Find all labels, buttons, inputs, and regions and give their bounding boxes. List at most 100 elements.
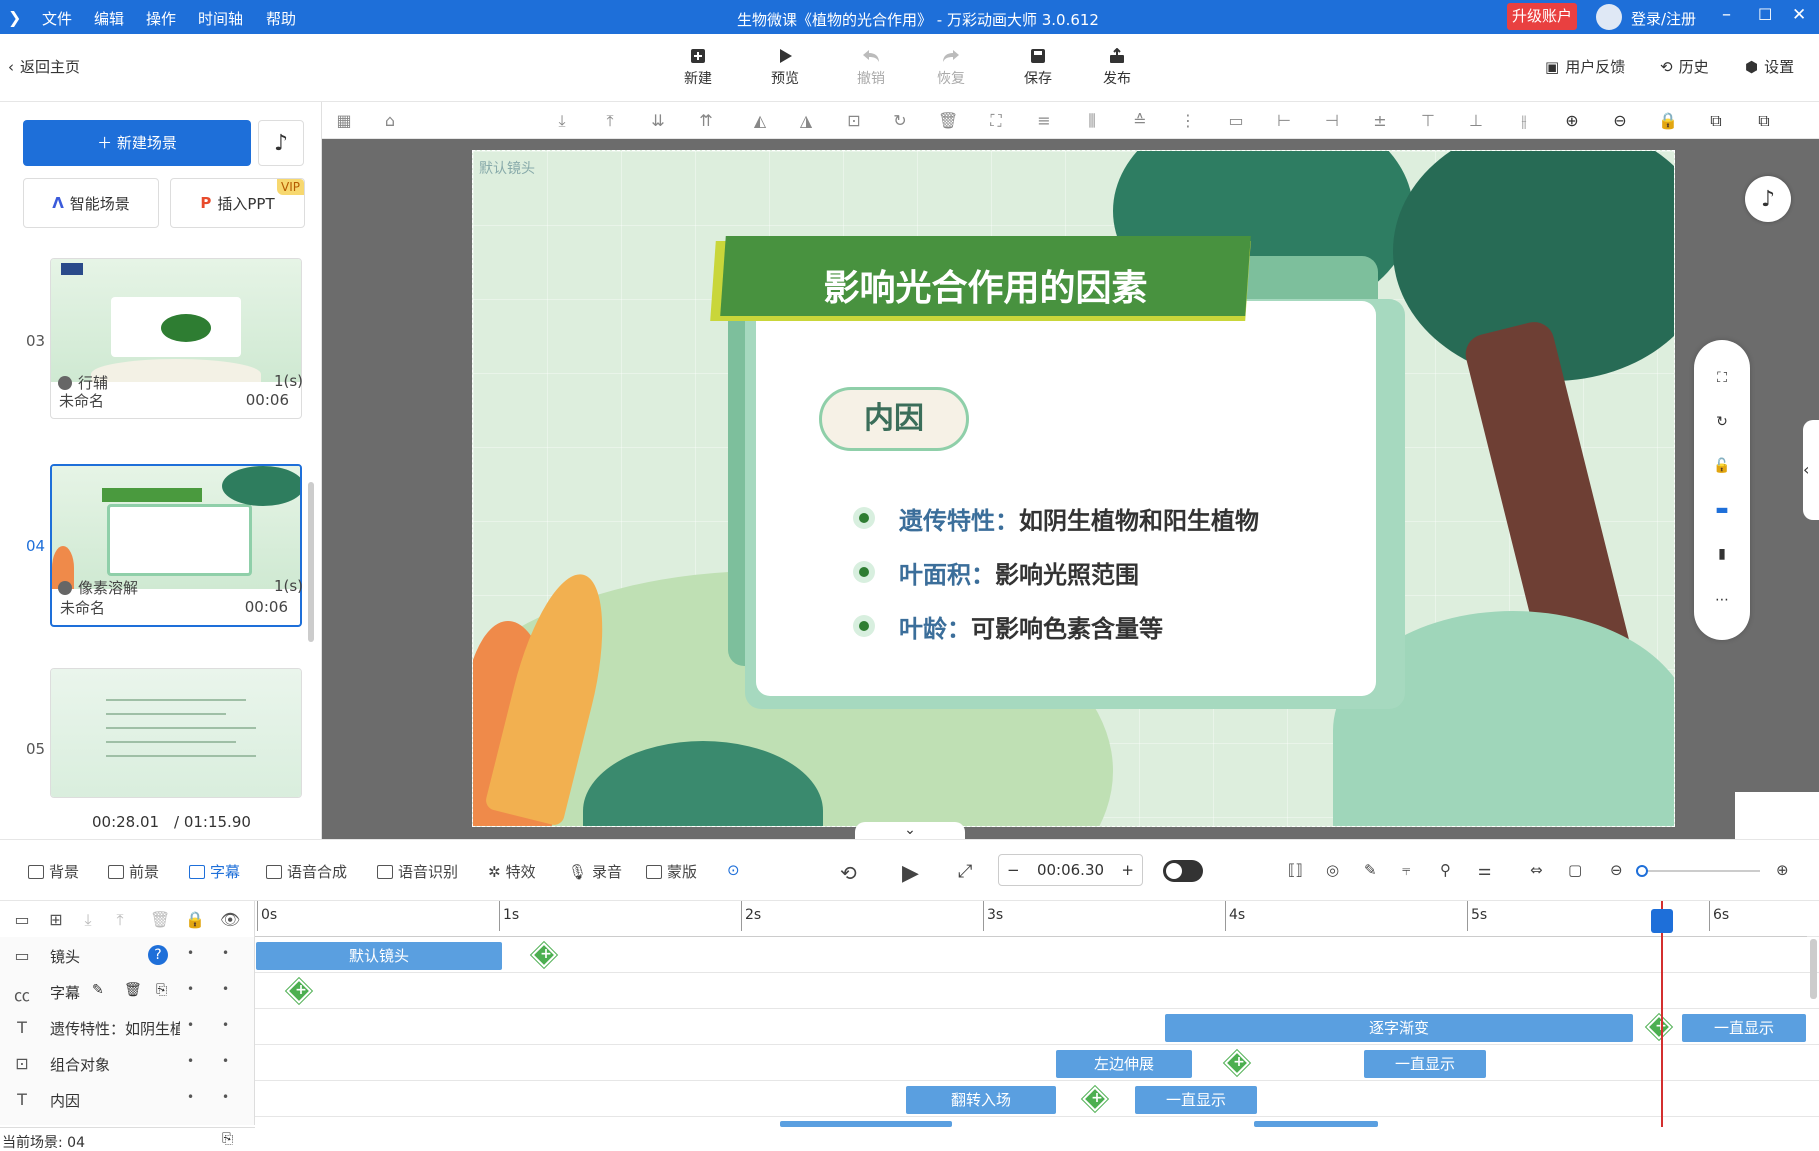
preview-button[interactable]: 预览 (755, 42, 815, 88)
align-bottom2-icon[interactable]: ⊥ (1466, 111, 1486, 131)
upgrade-button[interactable]: 升级账户 (1507, 3, 1577, 30)
copy-icon[interactable]: ⧉ (1706, 111, 1726, 131)
plus-icon[interactable]: + (1121, 861, 1134, 879)
tab-mask[interactable]: 蒙版 (646, 861, 697, 882)
zoom-out-icon[interactable]: ⊖ (1610, 111, 1630, 131)
scene-card-03[interactable]: 未命名 00:06 (50, 258, 302, 419)
move-down-icon[interactable]: ⇊ (648, 111, 668, 131)
timeline-scrollbar[interactable] (1810, 939, 1817, 999)
tab-asr[interactable]: 语音识别 (377, 861, 458, 882)
align-v-icon[interactable]: ⫼ (1082, 111, 1102, 131)
music-button[interactable]: ♪ (258, 120, 304, 166)
maximize-icon[interactable]: ☐ (1758, 5, 1772, 24)
unlock-icon[interactable]: 🔓 (1712, 456, 1732, 476)
track-camera[interactable]: ▭ 镜头? • • 默认镜头 (0, 937, 1819, 973)
more-icon[interactable]: ⋯ (1712, 590, 1732, 610)
back-home-link[interactable]: ‹ 返回主页 (8, 56, 80, 77)
scene-transition[interactable]: 像素溶解 1(s) (58, 577, 303, 598)
history-button[interactable]: ⟲ 历史 (1660, 56, 1709, 77)
align-center-icon[interactable]: ≡ (1034, 111, 1054, 131)
save-button[interactable]: 保存 (1008, 42, 1068, 88)
tab-effects[interactable]: ✲ 特效 (488, 861, 536, 882)
delete-icon[interactable]: 🗑 (938, 111, 958, 131)
delete-icon[interactable]: 🗑 (150, 910, 170, 929)
ruler-icon[interactable]: ▦ (334, 111, 354, 131)
track-subtitle[interactable]: ㏄字幕 ✎ 🗑 ⎘ • • (0, 973, 1819, 1009)
tab-tts[interactable]: 语音合成 (266, 861, 347, 882)
crop-icon[interactable]: ⛶ (986, 111, 1006, 131)
new-scene-button[interactable]: ＋ 新建场景 (23, 120, 251, 166)
add-folder-icon[interactable]: ⊞ (46, 910, 66, 929)
folder-icon[interactable]: ▭ (12, 910, 32, 929)
insert-ppt-button[interactable]: P 插入PPT VIP (170, 178, 305, 228)
timeline-block[interactable]: 逐字渐变 (1165, 1014, 1633, 1042)
music-float-button[interactable]: ♪ (1745, 176, 1791, 222)
minus-icon[interactable]: − (1007, 861, 1020, 879)
adjust-icon[interactable]: ⚌ (1478, 861, 1491, 879)
spacing-h-icon[interactable]: ▭ (1226, 111, 1246, 131)
add-keyframe-icon[interactable] (1224, 1050, 1250, 1076)
timeline-block[interactable]: 一直显示 (1135, 1086, 1257, 1114)
chevron-down-icon[interactable]: ⌄ (855, 822, 965, 839)
smart-scene-button[interactable]: Λ 智能场景 (23, 178, 159, 228)
play-icon[interactable]: ▶ (902, 861, 919, 886)
distribute-icon[interactable]: ≙ (1130, 111, 1150, 131)
zoom-in-icon[interactable]: ⊕ (1562, 111, 1582, 131)
ratio-icon[interactable]: ▢ (1568, 861, 1582, 879)
landscape-icon[interactable]: ▬ (1712, 500, 1732, 520)
align-middle-icon[interactable]: ± (1370, 111, 1390, 131)
minimize-icon[interactable]: – (1722, 4, 1731, 25)
tab-foreground[interactable]: 前景 (108, 861, 159, 882)
add-keyframe-icon[interactable] (1646, 1014, 1672, 1040)
login-link[interactable]: 登录/注册 (1631, 8, 1696, 29)
move-down-icon[interactable]: ⤓ (78, 910, 98, 929)
tab-subtitle[interactable]: 字幕 (189, 861, 240, 882)
move-up-icon[interactable]: ⤒ (110, 910, 130, 929)
scene-card-04[interactable]: 未命名 00:06 (50, 464, 302, 627)
scene-transition[interactable]: 行辅 1(s) (58, 372, 303, 393)
move-up-icon[interactable]: ⇈ (696, 111, 716, 131)
new-button[interactable]: 新建 (668, 42, 728, 88)
timeline-block[interactable]: 翻转入场 (906, 1086, 1056, 1114)
v-feature-icon[interactable]: ⟦⟧ (1288, 861, 1303, 879)
menu-timeline[interactable]: 时间轴 (198, 8, 243, 29)
timeline-block[interactable] (780, 1121, 952, 1127)
sidebar-scrollbar[interactable] (308, 482, 314, 642)
playhead-handle[interactable] (1651, 909, 1673, 933)
help-icon[interactable]: ? (148, 945, 168, 965)
zoom-out-icon[interactable]: ⊖ (1610, 861, 1623, 879)
undo-button[interactable]: 撤销 (841, 42, 901, 88)
track-text-inner[interactable]: T内因•• 翻转入场 一直显示 (0, 1081, 1819, 1117)
tab-record[interactable]: 🎙 录音 (568, 861, 622, 882)
rotate-icon[interactable]: ↻ (1712, 412, 1732, 432)
align-left-icon[interactable]: ⊢ (1274, 111, 1294, 131)
timeline-block[interactable]: 左边伸展 (1056, 1050, 1192, 1078)
split-icon[interactable]: ⫧ (1402, 861, 1410, 879)
filter-icon[interactable]: ⚲ (1440, 861, 1451, 879)
add-keyframe-icon[interactable] (531, 942, 557, 968)
flip-h-icon[interactable]: ◭ (750, 111, 770, 131)
redo-button[interactable]: 恢复 (921, 42, 981, 88)
home-icon[interactable]: ⌂ (380, 111, 400, 131)
page-icon[interactable]: ⎘ (222, 1131, 233, 1147)
track-group[interactable]: ⊡组合对象•• 左边伸展 一直显示 (0, 1045, 1819, 1081)
eye-icon[interactable]: 👁 (220, 910, 240, 929)
edit-icon[interactable]: ✎ (1364, 861, 1377, 879)
stage[interactable]: 影响光合作用的因素 内因 遗传特性： 如阴生植物和阳生植物 叶面积： 影响光照范围 … (472, 150, 1675, 827)
timeline-block[interactable]: 一直显示 (1364, 1050, 1486, 1078)
time-input[interactable]: 00:06.30 (1037, 861, 1104, 879)
add-keyframe-icon[interactable] (286, 978, 312, 1004)
timeline-block[interactable] (1254, 1121, 1378, 1127)
menu-edit[interactable]: 编辑 (94, 8, 124, 29)
flip-v-icon[interactable]: ◮ (796, 111, 816, 131)
paste-icon[interactable]: ⧉ (1754, 111, 1774, 131)
track-text-genetic[interactable]: T遗传特性：如阴生植•• 逐字渐变 一直显示 (0, 1009, 1819, 1045)
align-top2-icon[interactable]: ⊤ (1418, 111, 1438, 131)
tab-background[interactable]: 背景 (28, 861, 79, 882)
align-bottom-icon[interactable]: ⤓ (552, 111, 572, 131)
publish-button[interactable]: 发布 (1087, 42, 1147, 88)
fullscreen-icon[interactable]: ⤢ (958, 861, 972, 882)
replay-icon[interactable]: ⟲ (840, 861, 857, 885)
menu-help[interactable]: 帮助 (266, 8, 296, 29)
camera-icon[interactable]: ◎ (1326, 861, 1339, 879)
